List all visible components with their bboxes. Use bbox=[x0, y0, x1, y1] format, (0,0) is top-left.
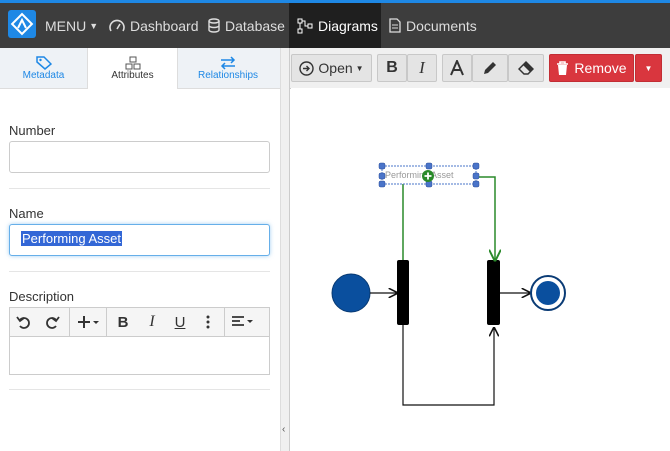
italic-icon[interactable]: I bbox=[140, 307, 164, 337]
swap-arrows-icon bbox=[220, 55, 236, 70]
divider bbox=[9, 389, 270, 390]
tab-attributes-label: Attributes bbox=[111, 70, 154, 81]
nav-database-label: Database bbox=[225, 17, 285, 34]
caret-down-icon: ▼ bbox=[89, 20, 99, 31]
trash-icon bbox=[557, 60, 569, 75]
remove-button[interactable]: Remove bbox=[549, 54, 634, 82]
fork-bar[interactable] bbox=[397, 260, 409, 325]
bold-button[interactable]: B bbox=[377, 54, 407, 82]
panel-splitter[interactable] bbox=[280, 48, 290, 451]
loop-edge[interactable] bbox=[402, 325, 494, 406]
italic-button[interactable]: I bbox=[407, 54, 437, 82]
nav-dashboard-label: Dashboard bbox=[130, 17, 199, 34]
bold-icon[interactable]: B bbox=[111, 307, 135, 337]
description-label: Description bbox=[9, 289, 75, 304]
name-value: Performing Asset bbox=[21, 231, 122, 246]
collapse-chevron-icon[interactable]: ‹ bbox=[282, 424, 285, 435]
insert-plus-icon[interactable] bbox=[69, 307, 107, 337]
open-button[interactable]: Open ▼ bbox=[291, 54, 372, 82]
divider bbox=[9, 271, 270, 272]
undo-icon[interactable] bbox=[12, 307, 36, 337]
edge-label-text: Performing Asset bbox=[385, 170, 454, 180]
pencil-icon[interactable] bbox=[472, 54, 508, 82]
end-node[interactable] bbox=[530, 275, 566, 311]
number-input[interactable] bbox=[9, 141, 270, 173]
remove-label: Remove bbox=[574, 60, 627, 76]
start-node[interactable] bbox=[331, 273, 371, 313]
cubes-icon bbox=[125, 56, 140, 70]
database-icon bbox=[208, 18, 220, 33]
redo-icon[interactable] bbox=[40, 307, 64, 337]
menu-label: MENU bbox=[45, 17, 87, 34]
circle-arrow-right-icon bbox=[299, 60, 315, 76]
tab-metadata[interactable]: Metadata bbox=[0, 48, 87, 88]
more-vertical-icon[interactable] bbox=[196, 307, 220, 337]
open-label: Open bbox=[318, 60, 353, 76]
nav-diagrams-label: Diagrams bbox=[318, 17, 378, 34]
name-label: Name bbox=[9, 206, 44, 221]
diagram-icon bbox=[297, 18, 313, 33]
eraser-icon[interactable] bbox=[508, 54, 544, 82]
caret-down-icon: ▼ bbox=[355, 63, 364, 73]
menu-button[interactable]: MENU ▼ bbox=[45, 3, 98, 48]
tab-relationships[interactable]: Relationships bbox=[176, 48, 280, 88]
gauge-icon bbox=[109, 19, 125, 31]
description-editor[interactable] bbox=[9, 336, 270, 375]
nav-documents-label: Documents bbox=[406, 17, 477, 34]
nav-diagrams[interactable]: Diagrams bbox=[289, 3, 381, 48]
join-bar[interactable] bbox=[487, 260, 500, 325]
tab-attributes[interactable]: Attributes bbox=[87, 48, 178, 89]
selected-edge[interactable] bbox=[402, 176, 495, 260]
align-icon[interactable] bbox=[224, 307, 261, 337]
nav-database[interactable]: Database bbox=[208, 3, 285, 48]
divider bbox=[9, 188, 270, 189]
tab-relationships-label: Relationships bbox=[197, 69, 259, 81]
name-input[interactable]: Performing Asset bbox=[9, 224, 270, 256]
tag-icon bbox=[35, 55, 52, 70]
font-color-icon[interactable] bbox=[442, 54, 472, 82]
underline-icon[interactable]: U bbox=[168, 307, 192, 337]
remove-dropdown-toggle[interactable]: ▼ bbox=[635, 54, 662, 82]
nav-dashboard[interactable]: Dashboard bbox=[109, 3, 199, 48]
add-point-icon[interactable] bbox=[422, 170, 434, 182]
tab-metadata-label: Metadata bbox=[22, 69, 65, 81]
nav-documents[interactable]: Documents bbox=[389, 3, 477, 48]
number-label: Number bbox=[9, 123, 56, 138]
diagram-svg: Performing Asset bbox=[331, 162, 566, 406]
app-logo-icon[interactable] bbox=[8, 10, 36, 38]
document-icon bbox=[389, 18, 401, 33]
